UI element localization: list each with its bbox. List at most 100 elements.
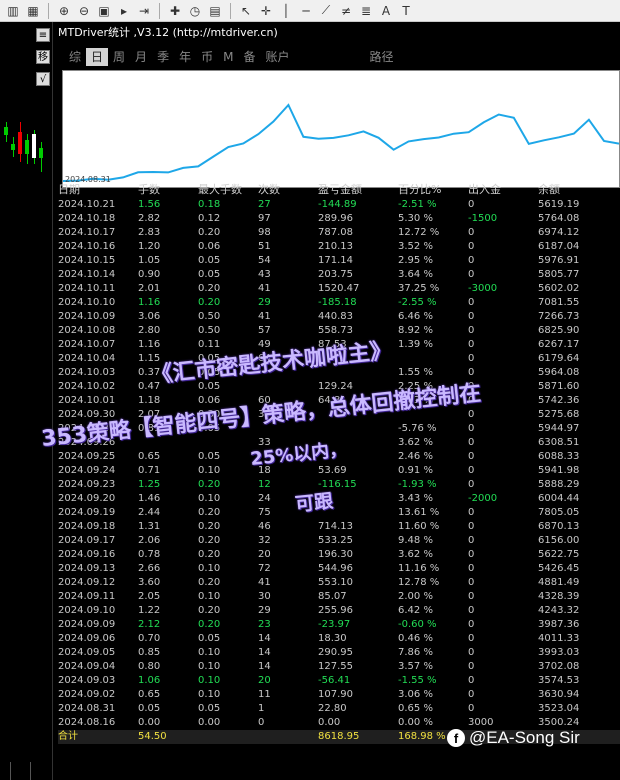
table-cell: 0.20 <box>198 507 221 518</box>
chart-shift-icon[interactable]: ⇥ <box>135 2 153 20</box>
table-row[interactable]: 2024.09.10 1.22 0.20 29 255.96 6.42 % 0 4243.32 <box>58 604 620 618</box>
periodicity-icon[interactable]: ◷ <box>186 2 204 20</box>
table-cell: 0.00 <box>138 717 161 728</box>
template-icon[interactable]: ▤ <box>206 2 224 20</box>
move-button[interactable]: 移 <box>36 50 50 64</box>
column-header[interactable]: 次数 <box>258 182 280 198</box>
table-cell: 1.05 <box>138 255 161 266</box>
chart-candles-icon[interactable]: ▦ <box>24 2 42 20</box>
table-row[interactable]: 2024.10.08 2.80 0.50 57 558.73 8.92 % 0 6825.90 <box>58 324 620 338</box>
table-cell: 6088.33 <box>538 451 580 462</box>
menu-item[interactable]: 月 <box>130 48 152 66</box>
table-row[interactable]: 2024.10.10 1.16 0.20 29 -185.18 -2.55 % 0 7081.… <box>58 296 620 310</box>
table-row[interactable]: 2024.10.11 2.01 0.20 41 1520.47 37.25 % -3000 5… <box>58 282 620 296</box>
new-order-icon[interactable]: ✚ <box>166 2 184 20</box>
tile-windows-icon[interactable]: ▣ <box>95 2 113 20</box>
table-cell: 5871.60 <box>538 381 580 392</box>
table-row[interactable]: 2024.09.05 0.85 0.10 14 290.95 7.86 % 0 3993.03 <box>58 646 620 660</box>
table-cell: 41 <box>258 577 271 588</box>
column-header[interactable]: 最大手数 <box>198 182 242 198</box>
column-header[interactable]: 出入金 <box>468 182 501 198</box>
column-header[interactable]: 余额 <box>538 182 560 198</box>
channel-icon[interactable]: ≠ <box>337 2 355 20</box>
table-cell: 0.20 <box>198 521 221 532</box>
table-row[interactable]: 2024.09.18 1.31 0.20 46 714.13 11.60 % 0 6870.1… <box>58 520 620 534</box>
table-cell: 2024.10.03 <box>58 367 116 378</box>
table-cell: 12.72 % <box>398 227 440 238</box>
table-row[interactable]: 2024.09.13 2.66 0.10 72 544.96 11.16 % 0 5426.4… <box>58 562 620 576</box>
menu-item[interactable]: 周 <box>108 48 130 66</box>
table-row[interactable]: 2024.10.16 1.20 0.06 51 210.13 3.52 % 0 6187.04 <box>58 240 620 254</box>
table-row[interactable]: 2024.09.24 0.71 0.10 18 53.69 0.91 % 0 5941.98 <box>58 464 620 478</box>
text-icon[interactable]: A <box>377 2 395 20</box>
fibonacci-icon[interactable]: ≣ <box>357 2 375 20</box>
menu-item[interactable]: 综 <box>64 48 86 66</box>
table-cell: 0.65 <box>138 451 161 462</box>
table-row[interactable]: 2024.10.15 1.05 0.05 54 171.14 2.95 % 0 5976.91 <box>58 254 620 268</box>
table-cell: 0.20 <box>198 535 221 546</box>
zoom-in-icon[interactable]: ⊕ <box>55 2 73 20</box>
column-header[interactable]: 日期 <box>58 182 80 198</box>
table-row[interactable]: 2024.09.23 1.25 0.20 12 -116.15 -1.93 % 0 5888.… <box>58 478 620 492</box>
table-cell: 2024.09.17 <box>58 535 116 546</box>
menu-item[interactable]: 账户 <box>260 48 294 66</box>
table-row[interactable]: 2024.10.09 3.06 0.50 41 440.83 6.46 % 0 7266.73 <box>58 310 620 324</box>
table-row[interactable]: 2024.09.06 0.70 0.05 14 18.30 0.46 % 0 4011.33 <box>58 632 620 646</box>
chart-bars-icon[interactable]: ▥ <box>4 2 22 20</box>
table-cell: 5976.91 <box>538 255 580 266</box>
table-row[interactable]: 2024.09.09 2.12 0.20 23 -23.97 -0.60 % 0 3987.3… <box>58 618 620 632</box>
menu-item[interactable]: 季 <box>152 48 174 66</box>
menu-spacer <box>295 48 365 66</box>
vertical-line-icon[interactable]: │ <box>277 2 295 20</box>
table-cell: 2.01 <box>138 283 161 294</box>
menu-item[interactable]: M <box>218 48 238 66</box>
table-row[interactable]: 2024.09.02 0.65 0.10 11 107.90 3.06 % 0 3630.94 <box>58 688 620 702</box>
table-cell: 1 <box>258 703 265 714</box>
table-cell: 1.16 <box>138 339 161 350</box>
table-cell: 0.85 <box>138 647 161 658</box>
candle <box>11 144 15 150</box>
horizontal-line-icon[interactable]: ─ <box>297 2 315 20</box>
table-cell: 1.56 <box>138 199 161 210</box>
table-cell: 4328.39 <box>538 591 580 602</box>
confirm-button[interactable]: √ <box>36 72 50 86</box>
cursor-icon[interactable]: ↖ <box>237 2 255 20</box>
menu-toggle-button[interactable]: ≡ <box>36 28 50 42</box>
menu-item[interactable]: 年 <box>174 48 196 66</box>
column-header[interactable]: 盈亏金额 <box>318 182 362 198</box>
table-row[interactable]: 2024.09.04 0.80 0.10 14 127.55 3.57 % 0 3702.08 <box>58 660 620 674</box>
table-row[interactable]: 2024.09.11 2.05 0.10 30 85.07 2.00 % 0 4328.39 <box>58 590 620 604</box>
table-row[interactable]: 2024.08.31 0.05 0.05 1 22.80 0.65 % 0 3523.04 <box>58 702 620 716</box>
menu-item[interactable]: 币 <box>196 48 218 66</box>
table-row[interactable]: 2024.10.21 1.56 0.18 27 -144.89 -2.51 % 0 5619.… <box>58 198 620 212</box>
table-row[interactable]: 2024.09.03 1.06 0.10 20 -56.41 -1.55 % 0 3574.5… <box>58 674 620 688</box>
menu-item[interactable]: 日 <box>86 48 109 66</box>
table-cell: 0.80 <box>138 661 161 672</box>
table-row[interactable]: 2024.10.17 2.83 0.20 98 787.08 12.72 % 0 6974.1… <box>58 226 620 240</box>
trendline-icon[interactable]: ⟋ <box>317 2 335 20</box>
table-cell: 14 <box>258 633 271 644</box>
crosshair-icon[interactable]: ✛ <box>257 2 275 20</box>
column-header[interactable]: 百分比% <box>398 182 441 198</box>
menu-item[interactable]: 路径 <box>365 48 399 66</box>
total-cell: 合计 <box>58 731 78 742</box>
table-row[interactable]: 2024.10.18 2.82 0.12 97 289.96 5.30 % -1500 576… <box>58 212 620 226</box>
table-row[interactable]: 2024.09.17 2.06 0.20 32 533.25 9.48 % 0 6156.00 <box>58 534 620 548</box>
table-cell: 0 <box>468 591 475 602</box>
table-row[interactable]: 2024.09.20 1.46 0.10 24 3.43 % -2000 6004.44 <box>58 492 620 506</box>
zoom-out-icon[interactable]: ⊖ <box>75 2 93 20</box>
table-row[interactable]: 2024.09.19 2.44 0.20 75 13.61 % 0 7805.05 <box>58 506 620 520</box>
table-row[interactable]: 2024.09.12 3.60 0.20 41 553.10 12.78 % 0 4881.4… <box>58 576 620 590</box>
table-row[interactable]: 2024.10.14 0.90 0.05 43 203.75 3.64 % 0 5805.77 <box>58 268 620 282</box>
column-header[interactable]: 手数 <box>138 182 160 198</box>
table-cell: 3993.03 <box>538 647 580 658</box>
table-row[interactable]: 2024.09.16 0.78 0.20 20 196.30 3.62 % 0 5622.75 <box>58 548 620 562</box>
table-cell: 5805.77 <box>538 269 580 280</box>
label-icon[interactable]: T <box>397 2 415 20</box>
table-cell: 290.95 <box>318 647 353 658</box>
price-chart[interactable] <box>0 22 53 780</box>
auto-scroll-icon[interactable]: ▸ <box>115 2 133 20</box>
table-cell: 0 <box>468 269 475 280</box>
menu-item[interactable]: 备 <box>238 48 260 66</box>
table-cell: 553.10 <box>318 577 353 588</box>
